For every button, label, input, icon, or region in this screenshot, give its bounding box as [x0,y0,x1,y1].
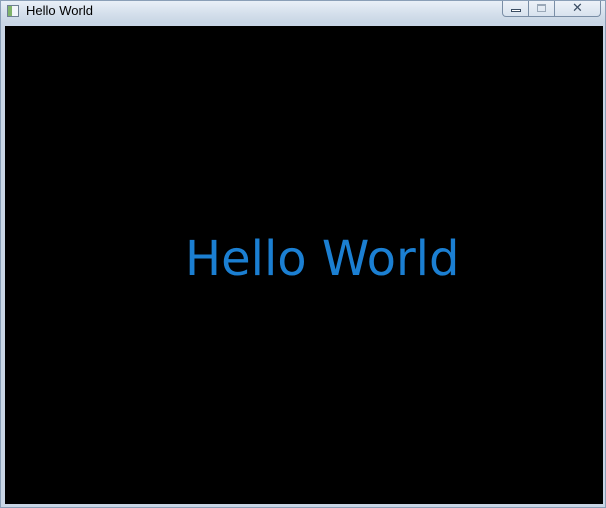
hello-world-text: Hello World [185,231,460,287]
close-icon: ✕ [572,1,583,16]
maximize-icon [537,4,546,12]
window-controls: ✕ [502,1,601,17]
minimize-icon [511,9,521,12]
window-title: Hello World [26,3,93,18]
minimize-button[interactable] [502,1,529,17]
maximize-button[interactable] [529,1,555,17]
app-icon[interactable] [7,5,19,17]
close-button[interactable]: ✕ [555,1,601,17]
content-area: Hello World [5,26,603,504]
title-bar[interactable]: Hello World ✕ [1,1,605,23]
app-window: Hello World ✕ Hello World [0,0,606,508]
